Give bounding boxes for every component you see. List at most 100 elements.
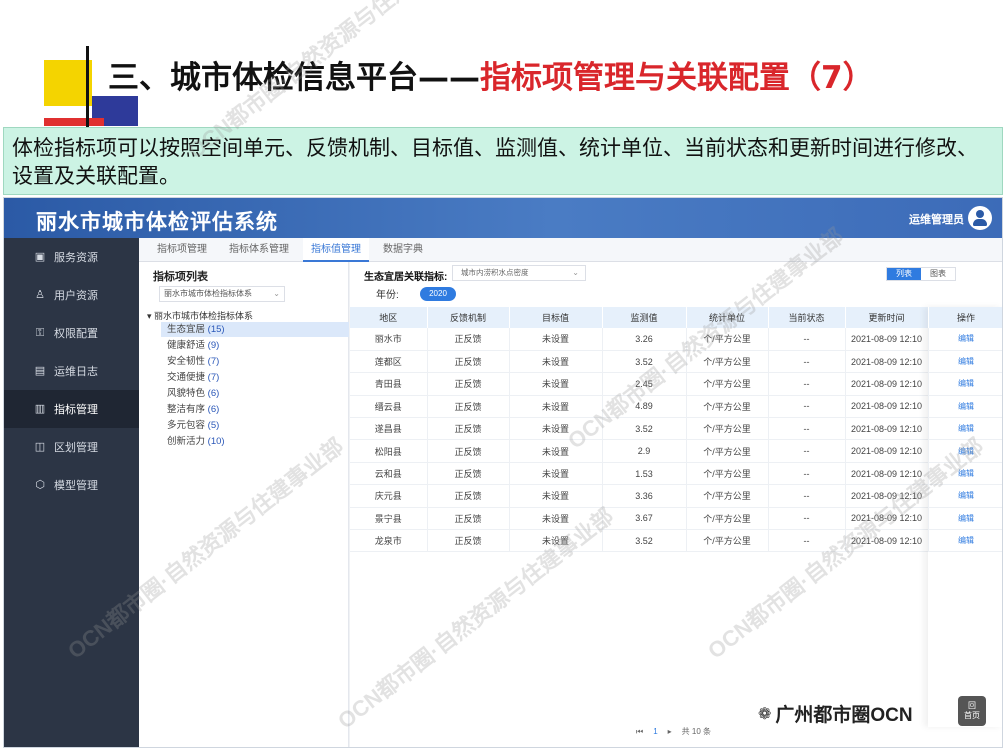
- cell-monitor: 3.26: [602, 328, 687, 351]
- edit-link[interactable]: 编辑: [928, 328, 1002, 351]
- next-page-icon[interactable]: ▸: [668, 727, 672, 736]
- cell-monitor: 3.67: [602, 507, 687, 531]
- cell-region: 莲都区: [350, 350, 428, 374]
- cell-status: --: [768, 507, 846, 531]
- table-row: 丽水市 正反馈 未设置 3.26 个/平方公里 -- 2021-08-09 12:10 编辑: [350, 328, 1002, 351]
- cell-monitor: 2.9: [602, 439, 687, 463]
- chevron-down-icon: ⌄: [273, 289, 280, 298]
- tree-node-eco[interactable]: 生态宜居 (15): [161, 322, 349, 337]
- home-button[interactable]: 回首页: [958, 696, 986, 726]
- sidebar-item-label: 指标管理: [54, 404, 98, 416]
- cell-unit: 个/平方公里: [686, 350, 769, 374]
- user-avatar-icon[interactable]: [968, 206, 992, 230]
- cell-feedback: 正反馈: [427, 328, 510, 351]
- tree-node-label: 创新活力: [167, 436, 206, 447]
- edit-link[interactable]: 编辑: [928, 372, 1002, 396]
- slide: 三、城市体检信息平台——指标项管理与关联配置（7） 体检指标项可以按照空间单元、…: [0, 0, 1008, 756]
- tree-root[interactable]: ▾ 丽水市城市体检指标体系: [147, 309, 253, 322]
- sidebar-item-districts[interactable]: ◫ 区划管理: [4, 428, 139, 466]
- edit-link[interactable]: 编辑: [928, 350, 1002, 374]
- cell-status: --: [768, 395, 846, 419]
- edit-link[interactable]: 编辑: [928, 507, 1002, 531]
- page-total: 共 10 条: [681, 727, 712, 736]
- column-header-updated: 更新时间: [845, 307, 929, 328]
- tree-node-count: (7): [207, 372, 220, 383]
- cell-feedback: 正反馈: [427, 529, 510, 553]
- caret-down-icon: ▾: [147, 311, 155, 321]
- first-page-icon[interactable]: ⏮: [636, 727, 643, 737]
- tree-node-health[interactable]: 健康舒适 (9): [161, 338, 349, 353]
- sidebar-item-permissions[interactable]: ⚿ 权限配置: [4, 314, 139, 352]
- list-view-button[interactable]: 列表: [887, 268, 921, 280]
- sidebar-item-label: 服务资源: [54, 252, 98, 264]
- cell-status: --: [768, 350, 846, 374]
- table-row: 遂昌县 正反馈 未设置 3.52 个/平方公里 -- 2021-08-09 12:10 编辑: [350, 417, 1002, 441]
- sidebar-item-label: 权限配置: [54, 328, 98, 340]
- tree-node-innovation[interactable]: 创新活力 (10): [161, 434, 349, 449]
- tree-node-label: 多元包容: [167, 420, 206, 431]
- tree-node-tidy[interactable]: 整洁有序 (6): [161, 402, 349, 417]
- edit-link[interactable]: 编辑: [928, 395, 1002, 419]
- table-header-row: 地区 反馈机制 目标值 监测值 统计单位 当前状态 更新时间 操作: [350, 307, 1002, 328]
- cell-updated: 2021-08-09 12:10: [845, 462, 929, 486]
- top-bar: 丽水市城市体检评估系统 运维管理员: [4, 198, 1002, 238]
- cell-feedback: 正反馈: [427, 395, 510, 419]
- column-header-unit: 统计单位: [686, 307, 769, 328]
- edit-link[interactable]: 编辑: [928, 529, 1002, 553]
- table-row: 云和县 正反馈 未设置 1.53 个/平方公里 -- 2021-08-09 12:10 编辑: [350, 462, 1002, 486]
- indicator-select[interactable]: 城市内涝积水点密度 ⌄: [452, 265, 586, 281]
- edit-link[interactable]: 编辑: [928, 484, 1002, 508]
- cell-target: 未设置: [509, 529, 603, 553]
- edit-link[interactable]: 编辑: [928, 439, 1002, 463]
- cell-status: --: [768, 529, 846, 553]
- cell-target: 未设置: [509, 507, 603, 531]
- tree-node-count: (6): [207, 404, 220, 415]
- tree-node-count: (7): [207, 356, 220, 367]
- cell-region: 缙云县: [350, 395, 428, 419]
- sidebar-item-label: 运维日志: [54, 366, 98, 378]
- user-icon: ♙: [35, 289, 45, 301]
- chart-view-button[interactable]: 图表: [921, 268, 955, 280]
- cell-target: 未设置: [509, 372, 603, 396]
- sidebar-item-service[interactable]: ▣ 服务资源: [4, 238, 139, 276]
- cell-monitor: 1.53: [602, 462, 687, 486]
- table-row: 松阳县 正反馈 未设置 2.9 个/平方公里 -- 2021-08-09 12:10 编辑: [350, 439, 1002, 463]
- tab-indicator-system[interactable]: 指标体系管理: [221, 238, 297, 262]
- sidebar-item-models[interactable]: ⬡ 模型管理: [4, 466, 139, 504]
- deco-red-bar: [44, 118, 104, 126]
- tree-node-label: 交通便捷: [167, 372, 206, 383]
- indicator-values-table: 地区 反馈机制 目标值 监测值 统计单位 当前状态 更新时间 操作 丽水市 正反馈…: [350, 307, 1002, 553]
- year-selector[interactable]: 2020: [420, 287, 456, 301]
- sidebar-item-users[interactable]: ♙ 用户资源: [4, 276, 139, 314]
- page-number-current[interactable]: 1: [653, 727, 657, 736]
- tree-node-traffic[interactable]: 交通便捷 (7): [161, 370, 349, 385]
- deco-vertical-line: [86, 46, 89, 132]
- pagination: ⏮ 1 ▸ 共 10 条: [636, 726, 711, 737]
- tree-node-inclusive[interactable]: 多元包容 (5): [161, 418, 349, 433]
- tree-root-label: 丽水市城市体检指标体系: [154, 311, 254, 321]
- cell-status: --: [768, 372, 846, 396]
- cell-feedback: 正反馈: [427, 507, 510, 531]
- tree-node-safety[interactable]: 安全韧性 (7): [161, 354, 349, 369]
- system-select[interactable]: 丽水市城市体检指标体系 ⌄: [159, 286, 285, 302]
- cell-target: 未设置: [509, 439, 603, 463]
- tab-indicator-items[interactable]: 指标项管理: [149, 238, 215, 262]
- tab-indicator-values[interactable]: 指标值管理: [303, 238, 369, 262]
- tree-heading: 指标项列表: [153, 271, 208, 283]
- cell-region: 松阳县: [350, 439, 428, 463]
- cell-target: 未设置: [509, 328, 603, 351]
- tree-node-style[interactable]: 风貌特色 (6): [161, 386, 349, 401]
- cell-unit: 个/平方公里: [686, 395, 769, 419]
- cell-updated: 2021-08-09 12:10: [845, 507, 929, 531]
- edit-link[interactable]: 编辑: [928, 462, 1002, 486]
- app-window: 丽水市城市体检评估系统 运维管理员 ▣ 服务资源 ♙ 用户资源 ⚿ 权限配置 ▤ 运维日…: [3, 197, 1003, 748]
- sidebar-item-label: 模型管理: [54, 480, 98, 492]
- sidebar-item-logs[interactable]: ▤ 运维日志: [4, 352, 139, 390]
- user-name[interactable]: 运维管理员: [909, 211, 964, 227]
- tab-data-dictionary[interactable]: 数据字典: [375, 238, 431, 262]
- cell-feedback: 正反馈: [427, 372, 510, 396]
- filter-label: 生态宜居关联指标:: [364, 272, 448, 283]
- cell-updated: 2021-08-09 12:10: [845, 350, 929, 374]
- edit-link[interactable]: 编辑: [928, 417, 1002, 441]
- sidebar-item-indicators[interactable]: ▥ 指标管理: [4, 390, 139, 428]
